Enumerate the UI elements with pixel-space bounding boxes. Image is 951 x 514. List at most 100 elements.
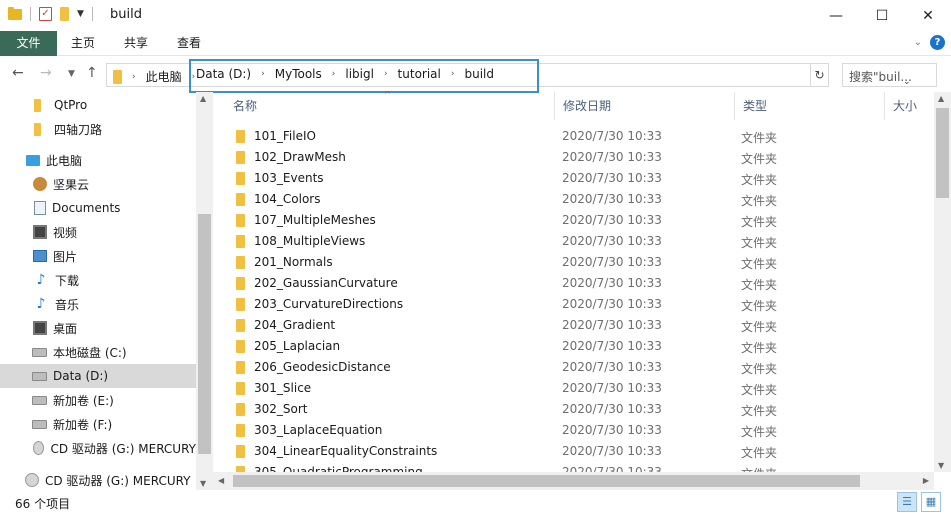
scroll-right-icon[interactable]: ▶: [923, 476, 929, 485]
table-row[interactable]: 206_GeodesicDistance 2020/7/30 10:33 文件夹: [213, 357, 934, 378]
column-header-type[interactable]: 类型: [735, 92, 885, 120]
table-row[interactable]: 205_Laplacian 2020/7/30 10:33 文件夹: [213, 336, 934, 357]
breadcrumb-chevron-icon[interactable]: ›: [451, 69, 455, 79]
forward-arrow-icon[interactable]: →: [40, 65, 52, 81]
sidebar-item-drive-c[interactable]: 本地磁盘 (C:): [0, 340, 196, 364]
close-button[interactable]: ✕: [905, 0, 951, 31]
sidebar-item-label: 视频: [53, 225, 78, 240]
sidebar-item-documents[interactable]: Documents: [0, 196, 196, 220]
sidebar-item-label: 音乐: [55, 297, 80, 312]
table-row[interactable]: 102_DrawMesh 2020/7/30 10:33 文件夹: [213, 147, 934, 168]
sidebar-scroll-thumb[interactable]: [198, 214, 211, 454]
table-row[interactable]: 108_MultipleViews 2020/7/30 10:33 文件夹: [213, 231, 934, 252]
table-row[interactable]: 202_GaussianCurvature 2020/7/30 10:33 文件夹: [213, 273, 934, 294]
download-icon: ♪: [36, 272, 46, 288]
up-arrow-icon[interactable]: ↑: [86, 65, 98, 81]
sidebar-item-downloads[interactable]: ♪ 下载: [0, 268, 196, 292]
file-type: 文件夹: [741, 152, 778, 166]
sidebar-item-pictures[interactable]: 图片: [0, 244, 196, 268]
expand-ribbon-chevron-icon[interactable]: ⌄: [914, 37, 922, 48]
folder-icon: [236, 193, 245, 206]
sidebar-item-videos[interactable]: 视频: [0, 220, 196, 244]
file-name: 108_MultipleViews: [254, 234, 366, 248]
table-row[interactable]: 203_CurvatureDirections 2020/7/30 10:33 文件…: [213, 294, 934, 315]
horizontal-scroll-thumb[interactable]: [233, 475, 860, 487]
breadcrumb-chevron-icon[interactable]: ›: [132, 72, 136, 82]
table-row[interactable]: 104_Colors 2020/7/30 10:33 文件夹: [213, 189, 934, 210]
table-row[interactable]: 304_LinearEqualityConstraints 2020/7/30 1…: [213, 441, 934, 462]
folder-icon: [236, 424, 245, 437]
breadcrumb-chevron-icon[interactable]: ›: [384, 69, 388, 79]
sidebar-item-label: QtPro: [54, 98, 88, 112]
sidebar-item-nutstore[interactable]: 坚果云: [0, 172, 196, 196]
breadcrumb-item[interactable]: tutorial: [398, 67, 441, 81]
sidebar-item-this-pc[interactable]: 此电脑: [0, 148, 196, 172]
column-header-size[interactable]: 大小: [885, 92, 934, 120]
details-view-icon[interactable]: ☰: [897, 492, 917, 512]
customize-toolbar-chevron-icon[interactable]: ▼: [77, 9, 84, 19]
divider: [91, 7, 93, 21]
large-icons-view-icon[interactable]: ▦: [921, 492, 941, 512]
breadcrumb-this-pc[interactable]: 此电脑: [146, 68, 182, 85]
scroll-down-icon[interactable]: ▼: [200, 479, 206, 488]
scroll-up-icon[interactable]: ▲: [938, 94, 944, 103]
folder-icon: [236, 319, 245, 332]
scroll-up-icon[interactable]: ▲: [200, 94, 206, 103]
tab-file[interactable]: 文件: [0, 31, 57, 56]
sidebar-item-music[interactable]: ♪ 音乐: [0, 292, 196, 316]
folder-icon: [236, 214, 245, 227]
file-list-vertical-scrollbar[interactable]: ▲ ▼: [934, 92, 951, 472]
sidebar-item-drive-e[interactable]: 新加卷 (E:): [0, 388, 196, 412]
table-row[interactable]: 301_Slice 2020/7/30 10:33 文件夹: [213, 378, 934, 399]
help-icon[interactable]: ?: [930, 35, 945, 50]
sidebar-item-qtpro[interactable]: QtPro: [0, 93, 196, 117]
cd-icon: [25, 473, 39, 487]
scroll-down-icon[interactable]: ▼: [938, 461, 944, 470]
sidebar-scrollbar[interactable]: ▲ ▼: [196, 92, 213, 490]
sidebar-item-four-axis[interactable]: 四轴刀路: [0, 117, 196, 141]
properties-icon[interactable]: ✓: [39, 7, 52, 21]
file-list-horizontal-scrollbar[interactable]: ◀ ▶: [213, 472, 934, 490]
breadcrumb-chevron-icon[interactable]: ›: [332, 69, 336, 79]
table-row[interactable]: 103_Events 2020/7/30 10:33 文件夹: [213, 168, 934, 189]
sidebar-item-drive-f[interactable]: 新加卷 (F:): [0, 412, 196, 436]
table-row[interactable]: 204_Gradient 2020/7/30 10:33 文件夹: [213, 315, 934, 336]
maximize-button[interactable]: ☐: [859, 0, 905, 31]
table-row[interactable]: 303_LaplaceEquation 2020/7/30 10:33 文件夹: [213, 420, 934, 441]
refresh-button[interactable]: ↻: [811, 63, 829, 87]
file-date: 2020/7/30 10:33: [562, 276, 662, 290]
minimize-button[interactable]: —: [813, 0, 859, 31]
sidebar-item-cd-drive-root[interactable]: CD 驱动器 (G:) MERCURY: [0, 468, 196, 490]
breadcrumb-item[interactable]: Data (D:): [196, 67, 251, 81]
tab-view[interactable]: 查看: [166, 31, 212, 56]
vertical-scroll-thumb[interactable]: [936, 108, 949, 198]
tab-share[interactable]: 共享: [112, 31, 160, 56]
breadcrumb-item[interactable]: MyTools: [275, 67, 322, 81]
search-input[interactable]: 搜索"buil...: [842, 63, 937, 87]
breadcrumb-item[interactable]: build: [464, 67, 494, 81]
breadcrumb-chevron-icon[interactable]: ›: [261, 69, 265, 79]
file-date: 2020/7/30 10:33: [562, 129, 662, 143]
column-header-date[interactable]: 修改日期: [555, 92, 735, 120]
file-type: 文件夹: [741, 299, 778, 313]
sidebar-item-drive-d[interactable]: Data (D:): [0, 364, 196, 388]
scroll-left-icon[interactable]: ◀: [218, 476, 224, 485]
sidebar-item-cd-drive[interactable]: CD 驱动器 (G:) MERCURY: [0, 436, 196, 460]
file-type: 文件夹: [741, 131, 778, 145]
recent-locations-chevron-icon[interactable]: ▼: [68, 69, 75, 79]
table-row[interactable]: 101_FileIO 2020/7/30 10:33 文件夹: [213, 126, 934, 147]
folder-icon: [236, 151, 245, 164]
table-row[interactable]: 201_Normals 2020/7/30 10:33 文件夹: [213, 252, 934, 273]
sidebar-item-desktop[interactable]: 桌面: [0, 316, 196, 340]
back-arrow-icon[interactable]: ←: [12, 65, 24, 81]
table-row[interactable]: 302_Sort 2020/7/30 10:33 文件夹: [213, 399, 934, 420]
file-date: 2020/7/30 10:33: [562, 339, 662, 353]
file-type: 文件夹: [741, 278, 778, 292]
table-row[interactable]: 305_QuadraticProgramming 2020/7/30 10:33 文…: [213, 462, 934, 472]
tab-home[interactable]: 主页: [60, 31, 106, 56]
table-row[interactable]: 107_MultipleMeshes 2020/7/30 10:33 文件夹: [213, 210, 934, 231]
file-date: 2020/7/30 10:33: [562, 171, 662, 185]
new-folder-icon[interactable]: [60, 7, 69, 21]
file-list: 名称 修改日期 类型 大小 101_FileIO 2020/7/30 10:33 文…: [213, 92, 934, 472]
breadcrumb-item[interactable]: libigl: [345, 67, 374, 81]
